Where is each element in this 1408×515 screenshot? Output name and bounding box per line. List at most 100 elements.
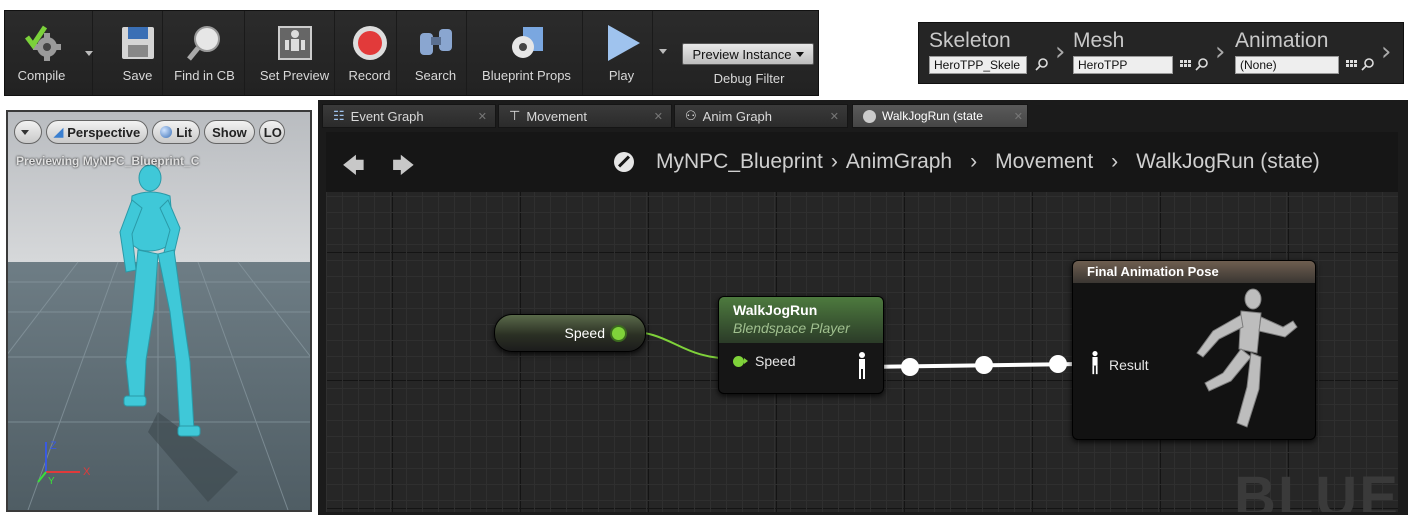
blueprint-gear-icon xyxy=(511,27,543,58)
blueprint-props-button[interactable]: Blueprint Props xyxy=(471,11,583,95)
viewport-toolbar: ◢ Perspective Lit Show LO xyxy=(14,120,285,146)
close-icon[interactable]: ✕ xyxy=(478,110,487,123)
state-machine-icon: ⊤ xyxy=(509,108,521,123)
mesh-title: Mesh xyxy=(1073,29,1125,52)
record-button[interactable]: Record xyxy=(343,11,397,95)
pin-arrow-icon xyxy=(744,358,748,364)
magnifier-icon xyxy=(186,26,220,61)
record-icon xyxy=(352,26,387,60)
main-toolbar: Compile Save Find in CB Set Preview Reco… xyxy=(4,10,819,96)
running-mannequin-icon xyxy=(1196,288,1298,428)
play-label: Play xyxy=(608,68,635,83)
speed-output-label: Speed xyxy=(564,325,605,341)
show-label: Show xyxy=(212,124,247,140)
chevron-right-icon: › xyxy=(1215,37,1226,67)
mannequin-preview-icon xyxy=(277,26,312,60)
anim-graph-canvas[interactable]: 🡄 🡆 MyNPC_Blueprint › AnimGraph › Moveme… xyxy=(326,132,1398,512)
save-label: Save xyxy=(122,68,153,83)
chevron-down-icon xyxy=(21,129,29,135)
tab-label: Event Graph xyxy=(350,108,424,124)
tab-event-graph[interactable]: ☷ Event Graph ✕ xyxy=(322,104,496,128)
close-icon[interactable]: ✕ xyxy=(830,110,839,123)
set-preview-button[interactable]: Set Preview xyxy=(255,11,335,95)
axis-z-label: Z xyxy=(50,440,57,452)
speed-input-pin[interactable] xyxy=(733,356,744,367)
speed-output-pin[interactable] xyxy=(612,327,625,340)
save-icon xyxy=(121,27,154,59)
perspective-button[interactable]: ◢ Perspective xyxy=(46,120,149,144)
preview-viewport[interactable]: Z X Y ◢ Perspective Lit Show LO Previewi… xyxy=(6,110,312,512)
axis-y-label: Y xyxy=(48,476,55,487)
asset-switcher-bar: Skeleton HeroTPP_Skele › Mesh HeroTPP › … xyxy=(918,22,1404,84)
blueprint-props-label: Blueprint Props xyxy=(482,68,571,83)
document-tabs: ☷ Event Graph ✕ ⊤ Movement ✕ ⚇ Anim Grap… xyxy=(322,104,1406,128)
mesh-search-icon[interactable] xyxy=(1195,57,1209,71)
play-icon xyxy=(607,25,640,61)
search-button[interactable]: Search xyxy=(405,11,467,95)
animation-selector[interactable]: Animation (None) xyxy=(1235,29,1355,74)
close-icon[interactable]: ✕ xyxy=(1014,110,1023,123)
speed-variable-node[interactable]: Speed xyxy=(494,314,646,352)
debug-filter-label: Debug Filter xyxy=(713,71,785,86)
skeleton-selector[interactable]: Skeleton HeroTPP_Skele xyxy=(929,29,1039,74)
perspective-label: Perspective xyxy=(67,124,141,140)
show-button[interactable]: Show xyxy=(204,120,255,144)
find-in-cb-label: Find in CB xyxy=(174,68,235,83)
perspective-icon: ◢ xyxy=(54,125,64,139)
lit-button[interactable]: Lit xyxy=(152,120,201,144)
speed-input-label: Speed xyxy=(755,353,796,369)
viewport-options-button[interactable] xyxy=(14,120,42,144)
find-in-cb-button[interactable]: Find in CB xyxy=(165,11,245,95)
result-input-label: Result xyxy=(1109,357,1149,373)
mesh-grid-icon[interactable] xyxy=(1179,57,1193,71)
blendspace-node-header: WalkJogRun Blendspace Player xyxy=(719,297,883,343)
animation-title: Animation xyxy=(1235,29,1329,52)
animation-grid-icon[interactable] xyxy=(1345,57,1359,71)
lod-label: LO xyxy=(263,124,282,140)
pose-output-pin-icon[interactable] xyxy=(855,351,869,381)
chevron-right-icon: › xyxy=(1381,37,1392,67)
tab-movement[interactable]: ⊤ Movement ✕ xyxy=(498,104,672,128)
axis-x-label: X xyxy=(83,466,91,478)
close-icon[interactable]: ✕ xyxy=(654,110,663,123)
tab-label: Movement xyxy=(526,108,588,124)
record-label: Record xyxy=(348,68,391,83)
wire-knot xyxy=(975,356,993,374)
tab-anim-graph[interactable]: ⚇ Anim Graph ✕ xyxy=(674,104,848,128)
play-dropdown-icon[interactable] xyxy=(659,49,667,54)
chevron-down-icon xyxy=(795,51,804,57)
mesh-value[interactable]: HeroTPP xyxy=(1073,56,1173,74)
blendspace-node-subtitle: Blendspace Player xyxy=(733,320,850,336)
compile-button[interactable]: Compile xyxy=(5,11,93,95)
event-graph-icon: ☷ xyxy=(333,108,345,123)
pose-wire xyxy=(865,362,1081,369)
result-input-pin-icon[interactable] xyxy=(1089,349,1101,377)
animation-value[interactable]: (None) xyxy=(1235,56,1339,74)
lod-button[interactable]: LO xyxy=(258,120,285,144)
blendspace-node-title: WalkJogRun xyxy=(733,302,818,318)
skeleton-value[interactable]: HeroTPP_Skele xyxy=(929,56,1027,74)
skeleton-search-icon[interactable] xyxy=(1035,57,1049,71)
mesh-selector[interactable]: Mesh HeroTPP xyxy=(1073,29,1193,74)
search-label: Search xyxy=(414,68,457,83)
play-button[interactable]: Play xyxy=(591,11,653,95)
blueprint-watermark: BLUEF xyxy=(1234,465,1398,512)
save-button[interactable]: Save xyxy=(113,11,163,95)
animation-search-icon[interactable] xyxy=(1361,57,1375,71)
lit-label: Lit xyxy=(176,124,193,140)
blendspace-player-node[interactable]: WalkJogRun Blendspace Player Speed xyxy=(718,296,884,394)
compile-icon xyxy=(25,25,61,61)
compile-dropdown-icon[interactable] xyxy=(85,51,93,56)
preview-instance-select[interactable]: Preview Instance xyxy=(682,43,814,65)
tab-label: Anim Graph xyxy=(702,108,773,124)
final-pose-node-title: Final Animation Pose xyxy=(1073,261,1315,283)
wire-knot xyxy=(1049,355,1067,373)
set-preview-label: Set Preview xyxy=(259,68,330,83)
final-animation-pose-node[interactable]: Final Animation Pose Result xyxy=(1072,260,1316,440)
debug-filter: Preview Instance Debug Filter xyxy=(680,41,818,97)
skeleton-title: Skeleton xyxy=(929,29,1011,52)
preview-instance-value: Preview Instance xyxy=(692,46,792,62)
tab-walkjogrun-state[interactable]: WalkJogRun (state ✕ xyxy=(852,104,1028,128)
state-icon xyxy=(863,109,876,123)
chevron-right-icon: › xyxy=(1055,37,1066,67)
